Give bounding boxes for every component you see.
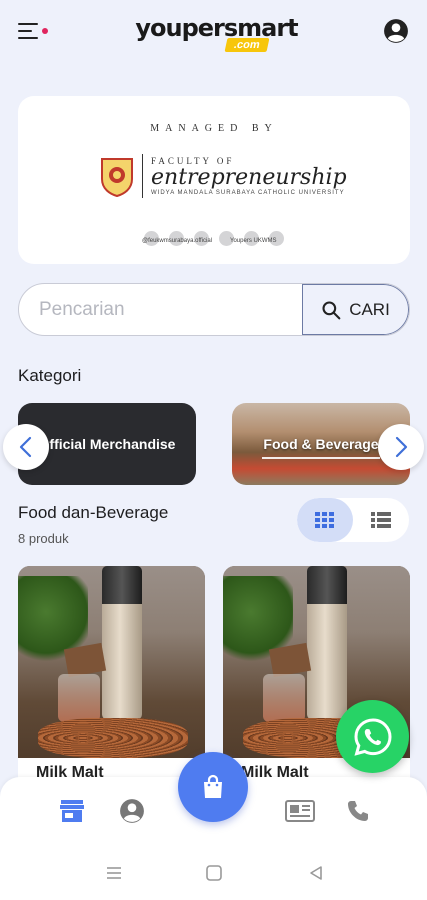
logo-text: youpersmart bbox=[135, 14, 298, 42]
categories-title: Kategori bbox=[18, 366, 82, 385]
search-button[interactable]: CARI bbox=[302, 284, 409, 335]
person-icon bbox=[120, 799, 144, 823]
search-input[interactable] bbox=[19, 284, 302, 335]
search-icon bbox=[322, 300, 341, 319]
category-label: Official Merchandise bbox=[38, 436, 176, 452]
logo[interactable]: youpersmart .com bbox=[135, 14, 299, 52]
app-header: youpersmart .com bbox=[0, 0, 427, 62]
recent-apps-icon[interactable] bbox=[104, 865, 124, 881]
grid-view-icon bbox=[315, 512, 334, 528]
product-image-jar bbox=[263, 674, 305, 722]
nav-news[interactable] bbox=[284, 797, 316, 825]
store-icon bbox=[60, 800, 84, 822]
account-circle-icon[interactable] bbox=[383, 18, 409, 44]
banner-managed-by: MANAGED BY bbox=[150, 123, 278, 134]
search-button-label: CARI bbox=[349, 299, 390, 319]
banner-socials: @feukwmsurabaya.official Youpers UKWMS bbox=[142, 238, 276, 244]
system-nav-bar bbox=[0, 845, 427, 900]
faculty-divider bbox=[142, 154, 143, 198]
shopping-bag-icon bbox=[204, 774, 222, 798]
university-crest-icon bbox=[101, 158, 133, 197]
nav-profile[interactable] bbox=[118, 797, 146, 825]
grid-view-button[interactable] bbox=[297, 498, 353, 542]
promo-banner[interactable]: MANAGED BY FACULTY OF entrepreneurship W… bbox=[18, 96, 410, 264]
products-title: Food dan-Beverage bbox=[18, 503, 169, 522]
view-toggle bbox=[297, 498, 409, 542]
whatsapp-button[interactable] bbox=[336, 700, 409, 773]
faculty-text: FACULTY OF entrepreneurship WIDYA MANDAL… bbox=[151, 156, 347, 196]
whatsapp-icon bbox=[353, 717, 392, 756]
product-image-jar bbox=[58, 674, 100, 722]
list-view-icon bbox=[371, 512, 391, 528]
chevron-right-icon bbox=[395, 436, 408, 458]
cart-button[interactable] bbox=[178, 752, 248, 822]
newspaper-icon bbox=[285, 800, 315, 822]
youtube-handle: Youpers UKWMS bbox=[230, 238, 277, 244]
product-image-bottle-cap bbox=[102, 566, 142, 604]
carousel-prev-button[interactable] bbox=[3, 424, 49, 470]
logo-badge: .com bbox=[224, 38, 269, 52]
carousel-next-button[interactable] bbox=[378, 424, 424, 470]
faculty-name: entrepreneurship bbox=[151, 165, 347, 190]
chevron-left-icon bbox=[19, 436, 32, 458]
university-name: WIDYA MANDALA SURABAYA CATHOLIC UNIVERSI… bbox=[151, 190, 345, 196]
category-label: Food & Beverage bbox=[263, 436, 379, 452]
products-count: 8 produk bbox=[18, 531, 69, 546]
search-bar: CARI bbox=[18, 283, 410, 336]
category-underline bbox=[262, 457, 380, 459]
product-image-bottle-cap bbox=[307, 566, 347, 604]
back-icon[interactable] bbox=[306, 865, 326, 881]
faculty-logo: FACULTY OF entrepreneurship WIDYA MANDAL… bbox=[100, 154, 347, 198]
product-card[interactable]: Milk Malt bbox=[18, 566, 205, 786]
nav-store[interactable] bbox=[58, 797, 86, 825]
instagram-handle: @feukwmsurabaya.official bbox=[142, 238, 213, 244]
notification-dot bbox=[42, 28, 48, 34]
phone-icon bbox=[348, 801, 368, 821]
nav-contact[interactable] bbox=[344, 797, 372, 825]
list-view-button[interactable] bbox=[353, 498, 409, 542]
home-icon[interactable] bbox=[204, 865, 224, 881]
product-image-almonds bbox=[38, 718, 188, 758]
menu-icon[interactable] bbox=[18, 17, 50, 45]
